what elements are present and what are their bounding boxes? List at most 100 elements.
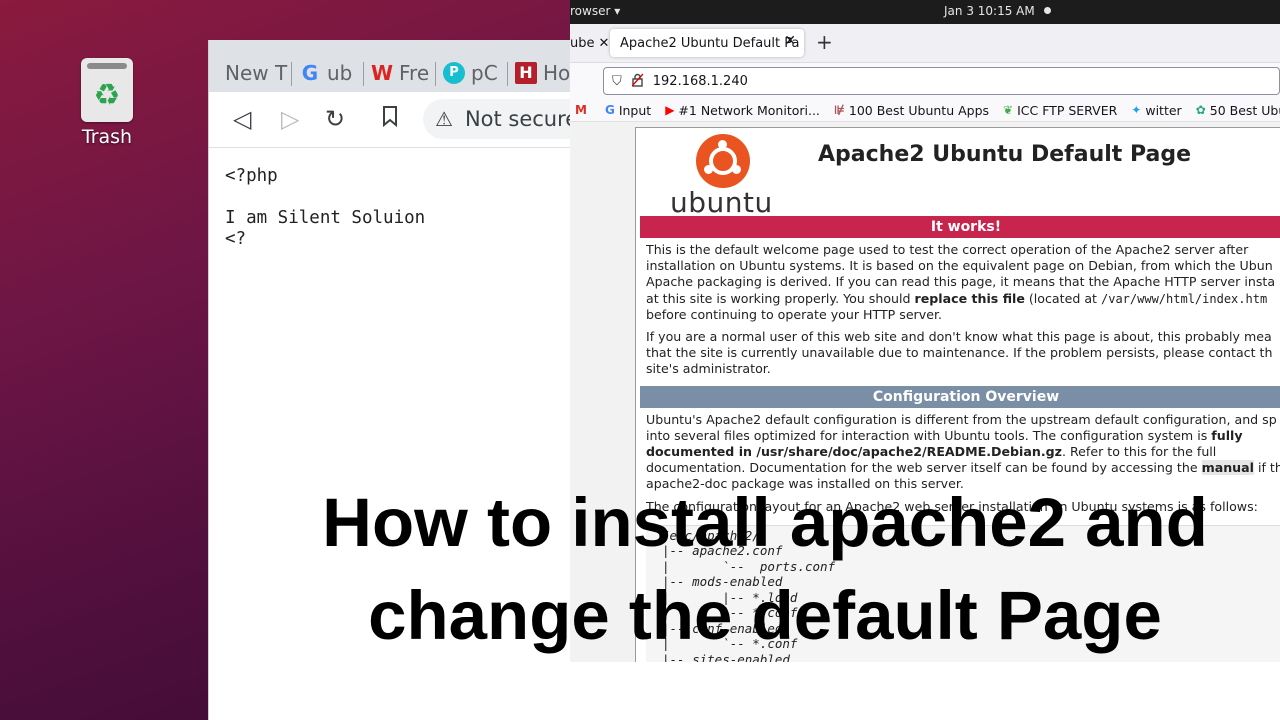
bookmark-label: #1 Network Monitori... bbox=[678, 102, 820, 118]
new-tab-icon[interactable]: + bbox=[816, 30, 833, 54]
tab-label: pC bbox=[471, 61, 498, 85]
clock[interactable]: Jan 3 10:15 AM bbox=[944, 4, 1035, 18]
tab-label: New T bbox=[225, 61, 288, 85]
notification-dot-icon bbox=[1044, 7, 1051, 14]
google-icon: G bbox=[301, 61, 319, 85]
text-line: Ubuntu's Apache2 default configuration i… bbox=[646, 411, 1277, 427]
text-line: documentation. Documentation for the web… bbox=[646, 460, 1280, 476]
text-fragment: (located at bbox=[1024, 290, 1101, 306]
text-line: This is the default welcome page used to… bbox=[646, 242, 1249, 257]
reload-icon[interactable]: ↻ bbox=[325, 104, 345, 134]
bookmark-label: 50 Best Ubuntu A bbox=[1209, 102, 1280, 118]
text-fragment: . Refer to this for the full bbox=[1061, 444, 1217, 460]
text-line: into several files optimized for interac… bbox=[646, 428, 1280, 444]
tab-free[interactable]: W Fre bbox=[371, 58, 429, 88]
text-line: site's administrator. bbox=[646, 361, 771, 377]
bookmark-twitter[interactable]: ✦ witter bbox=[1131, 103, 1181, 118]
bookmark-icon[interactable] bbox=[381, 104, 399, 134]
firefox-tab-strip: ube ✕ Apache2 Ubuntu Default Pa ✕ + bbox=[570, 24, 1280, 63]
bookmark-label: ICC FTP SERVER bbox=[1017, 102, 1118, 118]
url-text: 192.168.1.240 bbox=[652, 73, 748, 89]
text-fragment: documentation. Documentation for the web… bbox=[646, 460, 1202, 476]
apache-default-page: ubuntu Apache2 Ubuntu Default Page It wo… bbox=[635, 127, 1280, 662]
app-menu[interactable]: rowser ▾ bbox=[570, 4, 620, 18]
chart-icon: ⊯ bbox=[833, 103, 845, 117]
text-line: apache2-doc package was installed on thi… bbox=[646, 476, 964, 492]
insecure-lock-icon[interactable] bbox=[631, 73, 644, 90]
left-address-bar[interactable]: ⚠ Not secure bbox=[423, 99, 583, 139]
url-bar[interactable]: ⛉ 192.168.1.240 bbox=[603, 67, 1280, 95]
index-path: /var/www/html/index.htm bbox=[1101, 291, 1268, 306]
not-secure-label: Not secure bbox=[464, 107, 579, 131]
wps-icon: W bbox=[371, 61, 394, 85]
left-toolbar: ◁ ▷ ↻ ⚠ Not secure bbox=[209, 92, 583, 148]
replace-file-emphasis: replace this file bbox=[914, 290, 1025, 306]
tab-apache-default[interactable]: Apache2 Ubuntu Default Pa ✕ bbox=[610, 29, 804, 57]
tab-home[interactable]: H Ho bbox=[515, 58, 570, 88]
h-icon: H bbox=[515, 62, 537, 84]
bookmark-label: Input bbox=[618, 102, 652, 118]
tab-new[interactable]: New T bbox=[225, 58, 287, 88]
normal-user-paragraph: If you are a normal user of this web sit… bbox=[636, 327, 1280, 382]
page-viewport: ubuntu Apache2 Ubuntu Default Page It wo… bbox=[570, 122, 1280, 662]
back-icon[interactable]: ◁ bbox=[233, 104, 251, 134]
bookmark-ubuntu-apps[interactable]: ⊯ 100 Best Ubuntu Apps bbox=[834, 103, 989, 118]
text-line: installation on Ubuntu systems. It is ba… bbox=[646, 258, 1273, 274]
config-paragraph: Ubuntu's Apache2 default configuration i… bbox=[636, 408, 1280, 497]
tab-label: ube bbox=[570, 35, 595, 51]
left-browser-window: New T G ub W Fre P pC H Ho ◁ ▷ ↻ ⚠ Not s bbox=[208, 40, 583, 720]
readme-path: documented in /usr/share/doc/apache2/REA… bbox=[646, 444, 1062, 460]
text-fragment: if th bbox=[1253, 460, 1280, 476]
warning-icon: ⚠ bbox=[435, 107, 453, 131]
bookmark-gmail[interactable]: M bbox=[570, 103, 591, 117]
tab-youtube[interactable]: ube ✕ bbox=[570, 29, 609, 57]
leaf-icon: ❦ bbox=[1003, 103, 1014, 117]
forward-icon[interactable]: ▷ bbox=[281, 104, 299, 134]
google-icon: G bbox=[604, 103, 615, 117]
trash-shortcut[interactable]: ♻ Trash bbox=[80, 58, 134, 148]
php-source-text: <?php I am Silent Soluion <? bbox=[225, 166, 426, 249]
left-tab-strip: New T G ub W Fre P pC H Ho bbox=[209, 40, 571, 92]
text-emphasis: fully bbox=[1211, 427, 1243, 443]
ubuntu-logo-icon bbox=[696, 134, 750, 188]
close-tab-icon[interactable]: ✕ bbox=[599, 36, 610, 51]
config-tree: /etc/apache2/ |-- apache2.conf | `-- por… bbox=[646, 524, 1280, 662]
tab-pc[interactable]: P pC bbox=[443, 58, 498, 88]
bookmark-label: 100 Best Ubuntu Apps bbox=[848, 102, 990, 118]
right-browser-window: rowser ▾ Jan 3 10:15 AM ube ✕ Apache2 Ub… bbox=[570, 0, 1280, 662]
tab-label: Ho bbox=[543, 61, 571, 85]
close-tab-icon[interactable]: ✕ bbox=[784, 33, 796, 49]
layout-paragraph: The configuration layout for an Apache2 … bbox=[636, 497, 1280, 519]
intro-paragraph: This is the default welcome page used to… bbox=[636, 238, 1280, 327]
trash-label: Trash bbox=[81, 126, 133, 148]
twitter-icon: ✦ bbox=[1131, 103, 1142, 117]
firefox-nav-bar: ⛉ 192.168.1.240 bbox=[570, 63, 1280, 99]
youtube-icon: ▶ bbox=[665, 103, 675, 117]
text-line: before continuing to operate your HTTP s… bbox=[646, 306, 942, 322]
text-line: The configuration layout for an Apache2 … bbox=[646, 498, 1258, 514]
it-works-banner: It works! bbox=[640, 216, 1280, 238]
trash-icon: ♻ bbox=[81, 58, 133, 122]
tab-label: Fre bbox=[399, 61, 430, 85]
apache-header: ubuntu Apache2 Ubuntu Default Page bbox=[636, 128, 1280, 218]
bookmark-ftp[interactable]: ❦ ICC FTP SERVER bbox=[1003, 103, 1117, 118]
text-fragment: at this site is working properly. You sh… bbox=[646, 290, 915, 306]
config-overview-banner: Configuration Overview bbox=[640, 385, 1280, 408]
text-line: documented in /usr/share/doc/apache2/REA… bbox=[646, 444, 1280, 460]
text-line: at this site is working properly. You sh… bbox=[646, 291, 1280, 307]
manual-link[interactable]: manual bbox=[1201, 460, 1254, 476]
pcloud-icon: P bbox=[443, 62, 465, 84]
text-fragment: into several files optimized for interac… bbox=[646, 427, 1212, 443]
text-line: Apache packaging is derived. If you can … bbox=[646, 274, 1276, 290]
gear-icon: ✿ bbox=[1195, 103, 1206, 117]
bookmark-network[interactable]: ▶ #1 Network Monitori... bbox=[665, 103, 820, 118]
bookmarks-toolbar: M G Input ▶ #1 Network Monitori... ⊯ 100 Be… bbox=[570, 99, 1280, 122]
tab-label: Apache2 Ubuntu Default Pa bbox=[620, 35, 800, 51]
bookmark-50-ubuntu[interactable]: ✿50 Best Ubuntu A bbox=[1196, 103, 1280, 118]
bookmark-label: witter bbox=[1145, 102, 1182, 118]
shield-icon[interactable]: ⛉ bbox=[612, 74, 622, 89]
system-top-bar: rowser ▾ Jan 3 10:15 AM bbox=[570, 0, 1280, 24]
bookmark-input[interactable]: G Input bbox=[605, 103, 651, 118]
tab-ubuntu[interactable]: G ub bbox=[299, 58, 353, 88]
tab-label: ub bbox=[327, 61, 353, 85]
